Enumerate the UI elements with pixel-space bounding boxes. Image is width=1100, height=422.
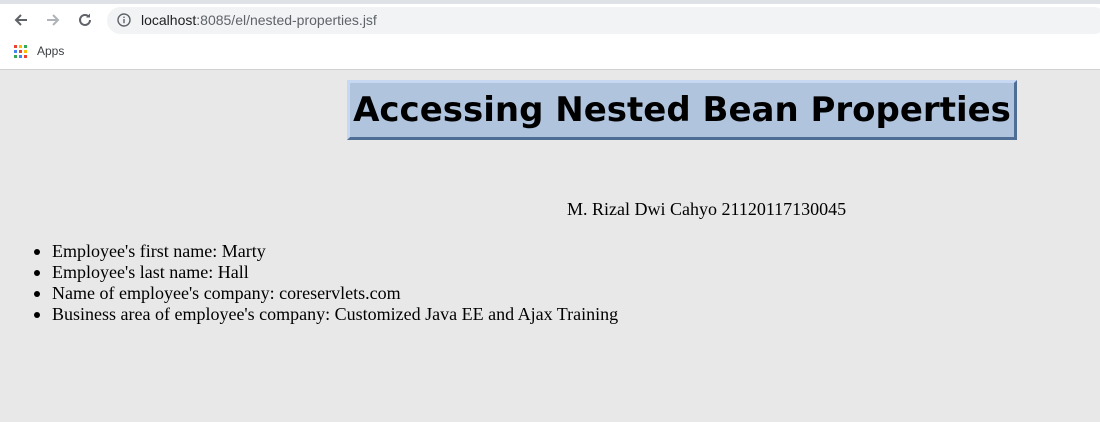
page-title-box: Accessing Nested Bean Properties bbox=[347, 80, 1017, 140]
arrow-left-icon bbox=[14, 14, 27, 26]
browser-chrome: localhost:8085/el/nested-properties.jsf … bbox=[0, 0, 1100, 70]
reload-button[interactable] bbox=[74, 9, 96, 31]
url-host: localhost bbox=[141, 12, 197, 28]
address-bar[interactable]: localhost:8085/el/nested-properties.jsf bbox=[107, 7, 1100, 34]
apps-grid-dot bbox=[14, 54, 17, 58]
author-line: M. Rizal Dwi Cahyo 21120117130045 bbox=[567, 199, 847, 219]
list-item: Name of employee's company: coreservlets… bbox=[0, 283, 1100, 304]
reload-icon bbox=[79, 13, 91, 26]
employee-list: Employee's first name: Marty Employee's … bbox=[0, 241, 1100, 325]
apps-grid-dot bbox=[14, 44, 17, 48]
apps-grid-dot bbox=[14, 49, 17, 53]
url-text: localhost:8085/el/nested-properties.jsf bbox=[141, 12, 377, 28]
arrow-right-icon bbox=[47, 14, 60, 26]
apps-shortcut[interactable]: Apps bbox=[14, 44, 64, 58]
apps-grid-dot bbox=[24, 54, 27, 58]
apps-grid-dot bbox=[19, 44, 22, 48]
apps-grid-icon bbox=[14, 44, 27, 58]
forward-button[interactable] bbox=[42, 9, 64, 31]
info-icon[interactable] bbox=[117, 13, 131, 27]
list-item: Employee's first name: Marty bbox=[0, 241, 1100, 262]
list-item: Business area of employee's company: Cus… bbox=[0, 304, 1100, 325]
apps-grid-dot bbox=[19, 54, 22, 58]
page-title: Accessing Nested Bean Properties bbox=[353, 90, 1011, 130]
back-button[interactable] bbox=[10, 9, 32, 31]
tab-strip-edge bbox=[0, 0, 1100, 4]
apps-grid-dot bbox=[24, 49, 27, 53]
url-path: :8085/el/nested-properties.jsf bbox=[196, 12, 377, 28]
bookmarks-bar: Apps bbox=[0, 40, 1100, 64]
list-item: Employee's last name: Hall bbox=[0, 262, 1100, 283]
apps-label: Apps bbox=[37, 44, 65, 58]
apps-grid-dot bbox=[24, 44, 27, 48]
apps-grid-dot bbox=[19, 49, 22, 53]
